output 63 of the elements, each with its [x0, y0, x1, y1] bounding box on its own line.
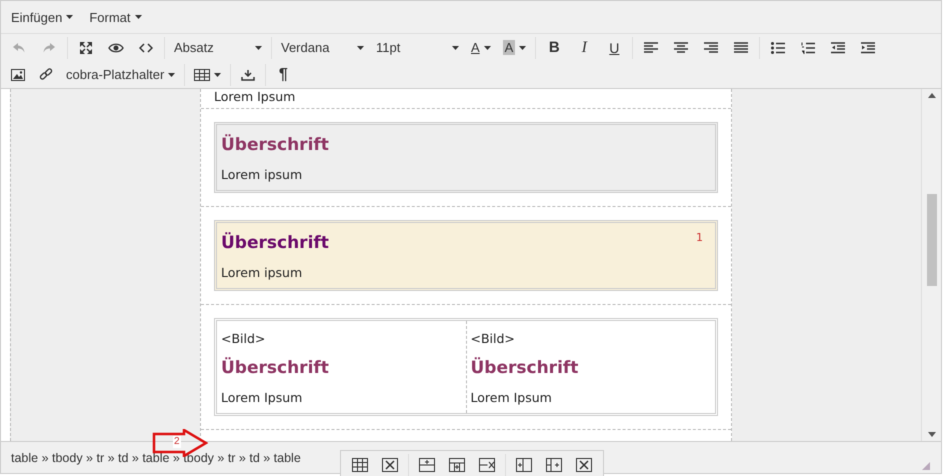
- insert-row-after-icon[interactable]: [449, 458, 465, 472]
- caret-icon: [214, 72, 222, 76]
- align-right-icon: [704, 42, 718, 54]
- font-family-select[interactable]: Verdana: [275, 36, 370, 60]
- caret-icon: [168, 72, 176, 76]
- outdent-icon: [831, 42, 846, 54]
- insert-below-icon: [241, 68, 256, 80]
- delete-row-icon[interactable]: [479, 458, 495, 472]
- underline-button[interactable]: U: [599, 34, 630, 60]
- caret-icon: [519, 46, 526, 50]
- align-justify-icon: [734, 42, 748, 54]
- code-icon: [139, 42, 153, 54]
- delete-column-icon[interactable]: [576, 458, 592, 472]
- heading: Überschrift: [221, 135, 329, 155]
- image-icon: [11, 68, 25, 80]
- align-center-icon: [674, 42, 688, 54]
- table-icon[interactable]: [352, 458, 368, 472]
- eye-icon: [108, 42, 124, 54]
- background-color-button[interactable]: A: [496, 34, 532, 60]
- paragraph: Lorem Ipsum: [221, 390, 304, 405]
- fullscreen-icon: [79, 40, 93, 54]
- paragraph: Lorem ipsum: [221, 167, 304, 182]
- paragraph: Lorem Ipsum: [214, 89, 296, 104]
- caret-icon: [255, 46, 262, 50]
- text-color-button[interactable]: A: [465, 34, 497, 60]
- heading: Überschrift: [221, 233, 329, 253]
- caret-icon: [452, 46, 459, 50]
- menu-item[interactable]: Format: [83, 5, 148, 29]
- caret-icon: [134, 15, 142, 19]
- align-left-icon: [644, 42, 658, 54]
- numbered-list-icon: [801, 42, 816, 54]
- placeholder-menu-button[interactable]: cobra-Platzhalter: [60, 62, 182, 88]
- paragraph-marks-button[interactable]: ¶: [269, 62, 298, 88]
- indent-icon: [861, 42, 876, 54]
- scroll-up-icon: [928, 93, 936, 98]
- caret-icon: [484, 46, 491, 50]
- annotation-number: 2: [173, 436, 181, 448]
- heading: Überschrift: [221, 358, 329, 378]
- resize-grip-icon: [921, 461, 931, 471]
- delete-table-icon[interactable]: [382, 458, 398, 472]
- heading: Überschrift: [470, 358, 578, 378]
- scrollbar-thumb[interactable]: [926, 194, 936, 286]
- italic-button[interactable]: I: [569, 34, 600, 60]
- paragraph: Lorem ipsum: [221, 265, 304, 280]
- caret-icon: [357, 46, 364, 50]
- insert-column-after-icon[interactable]: [546, 458, 562, 472]
- insert-row-before-icon[interactable]: [419, 458, 435, 472]
- undo-icon: [12, 42, 26, 54]
- link-icon: [39, 68, 53, 82]
- image-placeholder-text: <Bild>: [470, 331, 516, 346]
- block-format-select[interactable]: Absatz: [168, 36, 268, 60]
- bullet-list-icon: [771, 42, 786, 54]
- font-size-select[interactable]: 11pt: [370, 36, 465, 60]
- redo-icon: [42, 42, 56, 54]
- image-placeholder-text: <Bild>: [221, 331, 266, 346]
- caret-icon: [66, 15, 74, 19]
- menu-item[interactable]: Einfügen: [5, 5, 80, 29]
- table-icon: [194, 68, 210, 80]
- insert-column-before-icon[interactable]: [516, 458, 532, 472]
- scroll-down-icon: [928, 432, 936, 437]
- footnote-marker: 1: [696, 231, 703, 244]
- paragraph: Lorem Ipsum: [470, 390, 553, 405]
- bold-button[interactable]: B: [539, 34, 570, 60]
